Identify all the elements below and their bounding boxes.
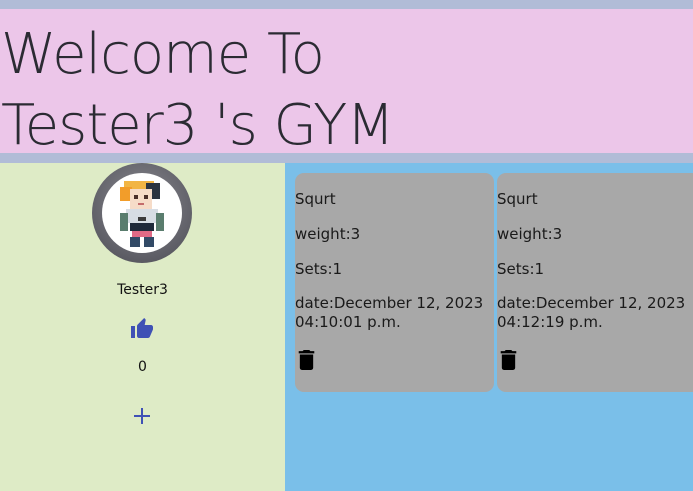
workout-card: Squrt weight:3 Sets:1 date:December 12, … bbox=[295, 173, 494, 392]
like-button[interactable] bbox=[129, 317, 155, 341]
workout-sets: Sets:1 bbox=[295, 260, 343, 278]
page-header: Welcome To Tester3 's GYM bbox=[0, 9, 693, 158]
workout-list: Squrt weight:3 Sets:1 date:December 12, … bbox=[285, 163, 693, 491]
trash-icon bbox=[500, 350, 517, 370]
workout-date: date:December 12, 2023 04:12:19 p.m. bbox=[497, 294, 686, 331]
delete-workout-button[interactable] bbox=[500, 350, 517, 370]
thumbs-up-icon bbox=[131, 318, 153, 338]
workout-sets: Sets:1 bbox=[497, 260, 545, 278]
trash-icon bbox=[298, 350, 315, 370]
workout-weight: weight:3 bbox=[497, 225, 563, 243]
username-label: Tester3 bbox=[117, 282, 168, 298]
workout-date: date:December 12, 2023 04:10:01 p.m. bbox=[295, 294, 484, 331]
avatar bbox=[92, 163, 192, 263]
workout-card: Squrt weight:3 Sets:1 date:December 12, … bbox=[497, 173, 693, 392]
workout-weight: weight:3 bbox=[295, 225, 361, 243]
workout-name: Squrt bbox=[295, 190, 336, 208]
avatar-image bbox=[102, 173, 182, 253]
profile-sidebar: Tester3 0 bbox=[0, 163, 285, 491]
workout-name: Squrt bbox=[497, 190, 538, 208]
plus-icon bbox=[134, 408, 150, 424]
page-title: Welcome To Tester3 's GYM bbox=[1, 22, 395, 158]
delete-workout-button[interactable] bbox=[298, 350, 315, 370]
add-workout-button[interactable] bbox=[131, 405, 153, 427]
like-count: 0 bbox=[138, 359, 147, 375]
